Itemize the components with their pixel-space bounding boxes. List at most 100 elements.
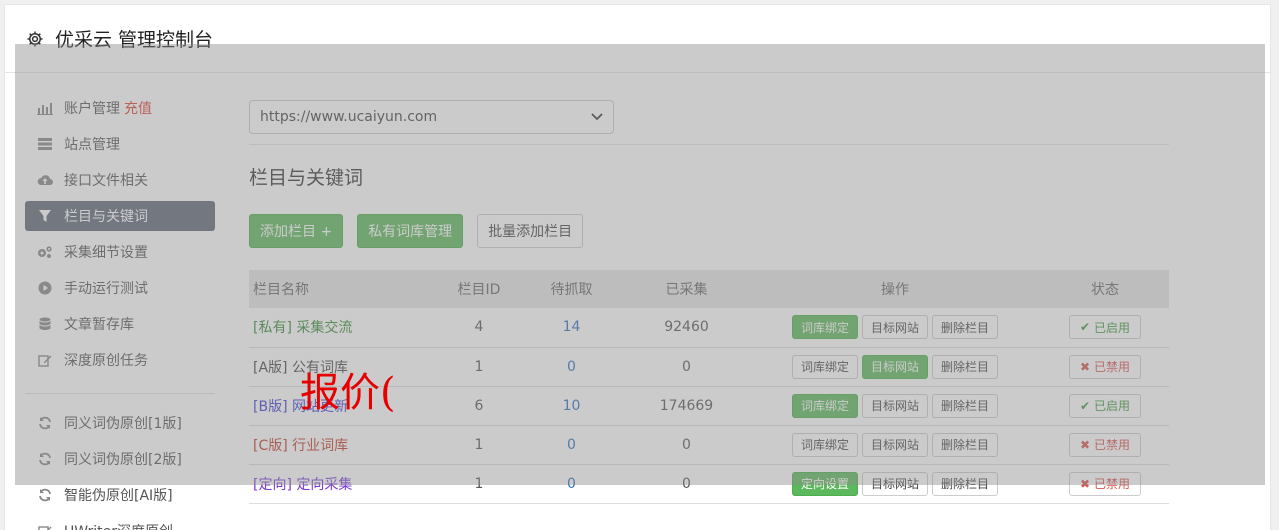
header-collected: 已采集 xyxy=(665,282,708,298)
sidebar-item-synonym-v2[interactable]: 同义词伪原创[2版] xyxy=(25,444,215,474)
header-status: 状态 xyxy=(1091,282,1119,298)
status-disabled-button[interactable]: ✖ 已禁用 xyxy=(1069,432,1141,457)
filter-icon xyxy=(36,208,54,224)
header-pending: 待抓取 xyxy=(550,282,593,298)
status-cell: ✖ 已禁用 xyxy=(1041,347,1169,386)
sidebar-divider xyxy=(25,393,215,394)
status-cell: ✔ 已启用 xyxy=(1041,386,1169,425)
header: 优采云 管理控制台 xyxy=(5,5,1270,73)
sidebar-item-label: 同义词伪原创[2版] xyxy=(64,452,182,468)
sidebar-item-collect-settings[interactable]: 采集细节设置 xyxy=(25,237,215,267)
sidebar-item-label: 深度原创任务 xyxy=(64,353,148,369)
delete-column-button[interactable]: 删除栏目 xyxy=(932,432,999,457)
collected-count: 0 xyxy=(682,436,691,453)
status-enabled-button[interactable]: ✔ 已启用 xyxy=(1069,315,1141,340)
sidebar-item-sites[interactable]: 站点管理 xyxy=(25,129,215,159)
sidebar-item-interface[interactable]: 接口文件相关 xyxy=(25,165,215,195)
bind-lib-button[interactable]: 词库绑定 xyxy=(791,354,858,379)
sidebar-item-manual-run[interactable]: 手动运行测试 xyxy=(25,273,215,303)
sidebar-item-label: 站点管理 xyxy=(64,137,120,153)
status-disabled-button[interactable]: ✖ 已禁用 xyxy=(1069,471,1141,496)
gears-icon xyxy=(36,244,54,260)
target-site-button[interactable]: 目标网站 xyxy=(861,432,928,457)
pending-count[interactable]: 0 xyxy=(519,464,624,503)
sidebar-item-label: 采集细节设置 xyxy=(64,245,148,261)
sidebar-item-label: 智能伪原创[AI版] xyxy=(64,488,173,504)
status-disabled-button[interactable]: ✖ 已禁用 xyxy=(1069,354,1141,379)
pending-count[interactable]: 0 xyxy=(519,347,624,386)
sidebar-item-label: 账户管理 xyxy=(64,101,120,117)
status-cell: ✖ 已禁用 xyxy=(1041,464,1169,503)
sidebar-item-article-store[interactable]: 文章暂存库 xyxy=(25,309,215,339)
sidebar-item-columns[interactable]: 栏目与关键词 xyxy=(25,201,215,231)
sidebar-item-account[interactable]: 账户管理 充值 xyxy=(25,93,215,123)
table-header: 栏目名称 栏目ID 待抓取 已采集 操作 状态 xyxy=(249,270,1169,308)
column-id: 1 xyxy=(474,436,484,453)
refresh-icon xyxy=(36,487,54,503)
bar-chart-icon xyxy=(36,100,54,116)
column-id: 4 xyxy=(474,319,484,336)
sidebar-item-label: UWriter深度原创 xyxy=(64,521,173,530)
sidebar-item-label: 接口文件相关 xyxy=(64,173,148,189)
chevron-down-icon xyxy=(591,109,603,125)
ops-cell: 词库绑定 目标网站 删除栏目 xyxy=(749,347,1041,386)
sidebar-item-label: 手动运行测试 xyxy=(64,281,148,297)
target-site-button[interactable]: 目标网站 xyxy=(861,393,928,418)
delete-column-button[interactable]: 删除栏目 xyxy=(932,315,999,340)
header-ops: 操作 xyxy=(881,282,909,298)
header-id: 栏目ID xyxy=(457,282,501,298)
status-enabled-button[interactable]: ✔ 已启用 xyxy=(1069,393,1141,418)
sidebar-item-label: 栏目与关键词 xyxy=(64,209,148,225)
server-icon xyxy=(36,136,54,152)
column-name[interactable]: [定向] 定向采集 xyxy=(249,464,439,503)
column-name[interactable]: [C版] 行业词库 xyxy=(249,425,439,464)
cloud-upload-icon xyxy=(36,172,54,188)
sidebar-item-deep-original[interactable]: 深度原创任务 xyxy=(25,345,215,375)
collected-count: 174669 xyxy=(659,397,714,414)
batch-add-button[interactable]: 批量添加栏目 xyxy=(477,214,584,248)
targeted-settings-button[interactable]: 定向设置 xyxy=(791,471,858,496)
sidebar-item-synonym-v1[interactable]: 同义词伪原创[1版] xyxy=(25,408,215,438)
target-site-button[interactable]: 目标网站 xyxy=(861,354,928,379)
target-site-button[interactable]: 目标网站 xyxy=(861,471,928,496)
gear-icon xyxy=(25,29,45,49)
close-icon: ✖ xyxy=(1080,437,1091,452)
delete-column-button[interactable]: 删除栏目 xyxy=(932,471,999,496)
page-title: 优采云 管理控制台 xyxy=(55,29,214,51)
target-site-button[interactable]: 目标网站 xyxy=(861,315,928,340)
console-window: 优采云 管理控制台 账户管理 充值 站点管理 接口文件相关 栏目与关键词 采集细… xyxy=(4,4,1271,530)
sidebar: 账户管理 充值 站点管理 接口文件相关 栏目与关键词 采集细节设置 手动运行测试… xyxy=(25,93,215,530)
delete-column-button[interactable]: 删除栏目 xyxy=(932,354,999,379)
pending-count[interactable]: 14 xyxy=(519,308,624,347)
divider xyxy=(249,144,1169,145)
ops-cell: 词库绑定 目标网站 删除栏目 xyxy=(749,308,1041,347)
sidebar-item-ai-original[interactable]: 智能伪原创[AI版] xyxy=(25,480,215,510)
edit-icon xyxy=(36,523,54,530)
watermark-text: 报价( xyxy=(300,370,396,416)
main-content: https://www.ucaiyun.com 栏目与关键词 添加栏目 + 私有… xyxy=(249,100,1169,504)
sidebar-item-label: 文章暂存库 xyxy=(64,317,134,333)
bind-lib-button[interactable]: 词库绑定 xyxy=(791,432,858,457)
status-cell: ✔ 已启用 xyxy=(1041,308,1169,347)
status-cell: ✖ 已禁用 xyxy=(1041,425,1169,464)
site-select[interactable]: https://www.ucaiyun.com xyxy=(249,100,614,134)
database-icon xyxy=(36,316,54,332)
sidebar-item-uwriter[interactable]: UWriter深度原创 xyxy=(25,516,215,530)
action-buttons: 添加栏目 + 私有词库管理 批量添加栏目 xyxy=(249,214,1169,248)
bind-lib-button[interactable]: 词库绑定 xyxy=(791,393,858,418)
pending-count[interactable]: 0 xyxy=(519,425,624,464)
column-name[interactable]: [私有] 采集交流 xyxy=(249,308,439,347)
check-icon: ✔ xyxy=(1080,398,1091,413)
delete-column-button[interactable]: 删除栏目 xyxy=(932,393,999,418)
collected-count: 0 xyxy=(682,475,691,492)
private-lib-button[interactable]: 私有词库管理 xyxy=(357,214,464,248)
refresh-icon xyxy=(36,451,54,467)
bind-lib-button[interactable]: 词库绑定 xyxy=(791,315,858,340)
pending-count[interactable]: 10 xyxy=(519,386,624,425)
recharge-link[interactable]: 充值 xyxy=(124,98,152,118)
add-column-button[interactable]: 添加栏目 + xyxy=(249,214,344,248)
site-select-value: https://www.ucaiyun.com xyxy=(260,109,438,125)
ops-cell: 定向设置 目标网站 删除栏目 xyxy=(749,464,1041,503)
column-id: 6 xyxy=(474,397,484,414)
edit-icon xyxy=(36,352,54,368)
